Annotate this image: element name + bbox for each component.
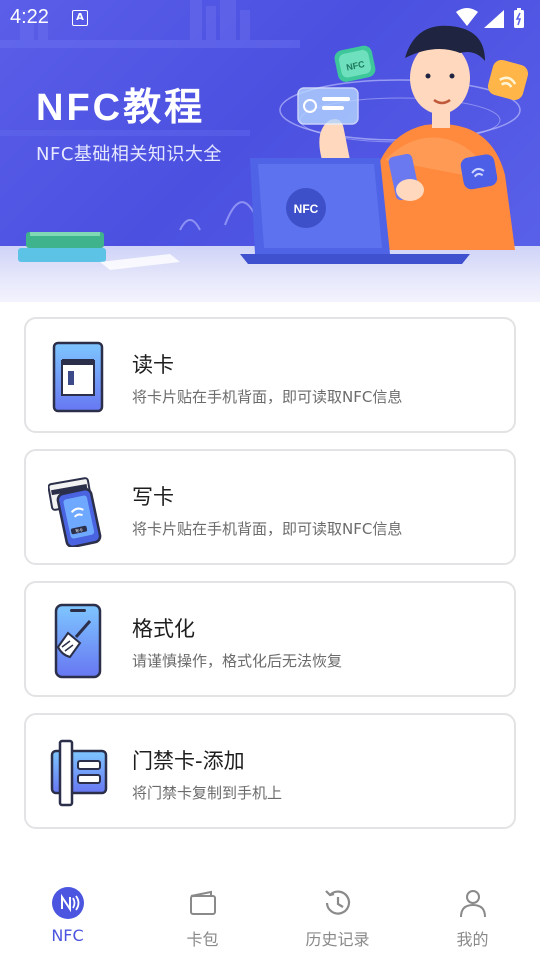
nav-tab-nfc[interactable]: NFC <box>0 870 135 960</box>
nav-tab-history[interactable]: 历史记录 <box>270 870 405 960</box>
wallet-icon <box>189 890 216 915</box>
books-icon <box>18 232 180 270</box>
nav-tab-profile[interactable]: 我的 <box>405 870 540 960</box>
write-card-card[interactable]: 写卡 写卡 将卡片贴在手机背面，即可读取NFC信息 <box>24 449 516 565</box>
access-card-add-card[interactable]: 门禁卡-添加 将门禁卡复制到手机上 <box>24 713 516 829</box>
card-title: 写卡 <box>132 485 174 509</box>
card-description: 将门禁卡复制到手机上 <box>132 784 283 802</box>
signal-chip-icon <box>487 59 529 101</box>
status-bar: 4:22 A <box>0 0 540 36</box>
person-icon <box>459 890 486 918</box>
card-description: 将卡片贴在手机背面，即可读取NFC信息 <box>132 520 403 538</box>
laptop-nfc-logo: NFC <box>294 202 319 216</box>
nfc-chip-icon: NFC <box>334 45 376 82</box>
card-title: 格式化 <box>132 617 195 641</box>
wifi-icon <box>456 8 478 26</box>
nfc-tutorial-illustration: NFC NFC <box>18 25 529 270</box>
banner: NFC教程 NFC基础相关知识大全 NFC NFC <box>0 0 540 302</box>
nav-tab-wallet[interactable]: 卡包 <box>135 870 270 960</box>
nav-label: 我的 <box>456 930 489 949</box>
signal-icon <box>484 10 504 28</box>
nav-label: 历史记录 <box>305 930 370 949</box>
format-card[interactable]: 格式化 请谨慎操作，格式化后无法恢复 <box>24 581 516 697</box>
access-card-icon <box>50 739 108 807</box>
card-description: 将卡片贴在手机背面，即可读取NFC信息 <box>132 388 403 406</box>
nav-label: NFC <box>51 926 84 945</box>
history-icon <box>324 890 350 915</box>
read-card-card[interactable]: 读卡 将卡片贴在手机背面，即可读取NFC信息 <box>24 317 516 433</box>
notification-icon: A <box>72 10 88 26</box>
nav-label: 卡包 <box>186 930 219 949</box>
battery-icon <box>514 8 524 28</box>
card-title: 门禁卡-添加 <box>132 749 245 773</box>
bottom-navigation: NFC 卡包 历史记录 我的 <box>0 870 540 960</box>
nfc-icon <box>51 887 84 919</box>
blue-signal-chip-icon <box>460 154 498 190</box>
card-description: 请谨慎操作，格式化后无法恢复 <box>132 652 343 670</box>
card-reader-icon <box>52 341 104 413</box>
function-card-list: 读卡 将卡片贴在手机背面，即可读取NFC信息 写卡 写卡 将卡片贴在手机背面，即… <box>24 317 516 845</box>
phone-card-write-icon: 写卡 <box>48 477 102 547</box>
status-icons <box>456 8 524 28</box>
phone-broom-icon <box>54 603 102 679</box>
card-title: 读卡 <box>132 353 174 377</box>
status-time: 4:22 <box>10 6 49 28</box>
